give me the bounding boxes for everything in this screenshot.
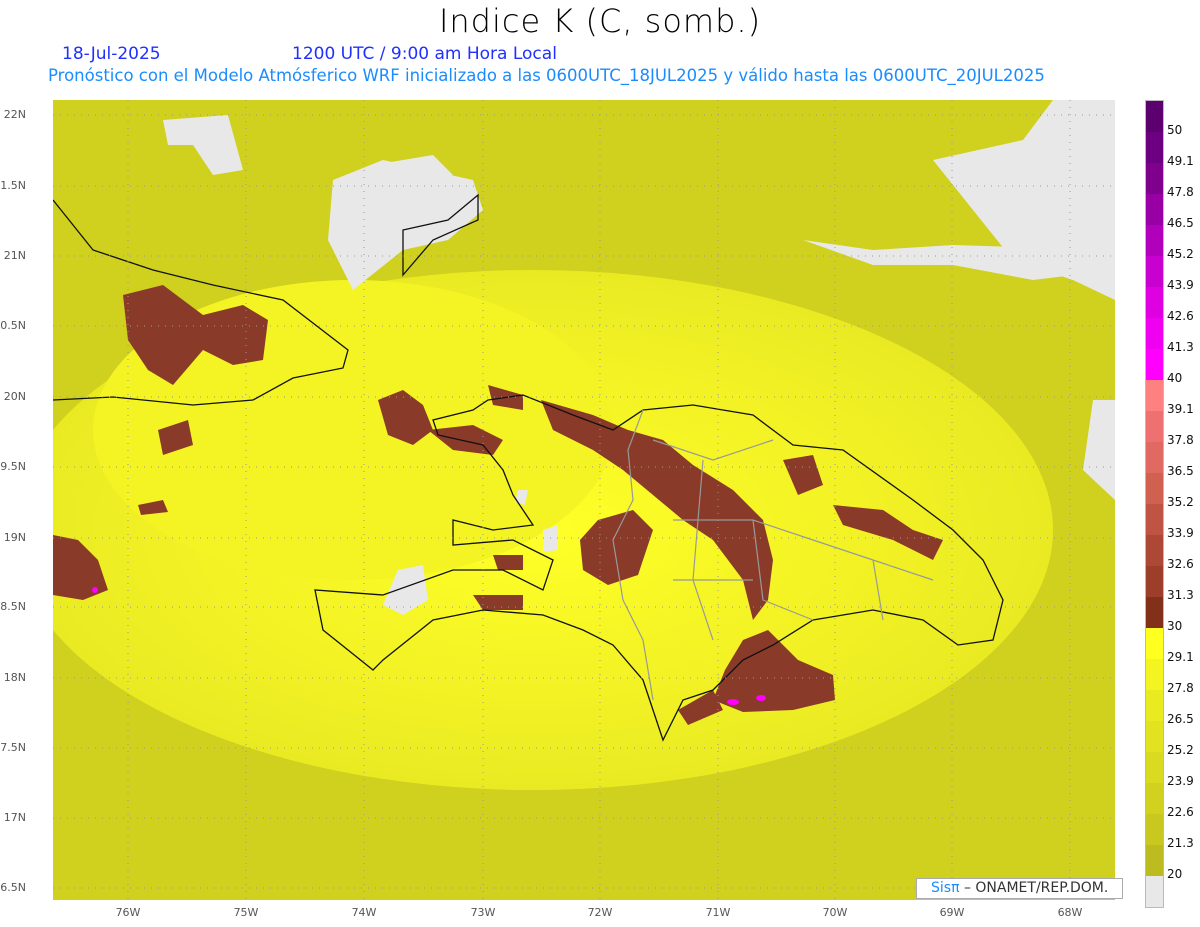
color-scale-segment: [1146, 132, 1163, 163]
color-scale-segment: [1146, 504, 1163, 535]
color-scale-label: 31.3: [1167, 588, 1194, 602]
color-scale-label: 35.2: [1167, 495, 1194, 509]
color-scale-segment: [1146, 752, 1163, 783]
color-scale-label: 33.9: [1167, 526, 1194, 540]
color-scale-segment: [1146, 442, 1163, 473]
lon-label: 70W: [822, 906, 848, 919]
color-scale-label: 39.1: [1167, 402, 1194, 416]
lon-label: 68W: [1057, 906, 1083, 919]
color-scale-segment: [1146, 287, 1163, 318]
color-scale-label: 27.8: [1167, 681, 1194, 695]
color-scale-segment: [1146, 256, 1163, 287]
color-scale-label: 29.1: [1167, 650, 1194, 664]
lon-label: 75W: [233, 906, 259, 919]
color-scale-segment: [1146, 411, 1163, 442]
color-scale-label: 20: [1167, 867, 1183, 881]
color-scale-label: 37.8: [1167, 433, 1194, 447]
lat-label: 9.5N: [0, 460, 26, 473]
color-scale-label: 32.6: [1167, 557, 1194, 571]
forecast-date: 18-Jul-2025: [62, 44, 161, 64]
credit-box: Sisπ – ONAMET/REP.DOM.: [916, 878, 1123, 899]
lat-label: 6.5N: [0, 881, 26, 894]
lon-label: 69W: [939, 906, 965, 919]
lat-label: 18N: [3, 671, 26, 684]
lon-label: 76W: [115, 906, 141, 919]
color-scale-segment: [1146, 783, 1163, 814]
lat-label: 7.5N: [0, 741, 26, 754]
lat-label: 8.5N: [0, 600, 26, 613]
forecast-time: 1200 UTC / 9:00 am Hora Local: [292, 44, 557, 64]
lon-label: 72W: [587, 906, 613, 919]
color-scale-segment: [1146, 659, 1163, 690]
color-scale-segment: [1146, 814, 1163, 845]
lon-label: 71W: [705, 906, 731, 919]
color-scale-label: 22.6: [1167, 805, 1194, 819]
color-scale-label: 47.8: [1167, 185, 1194, 199]
lat-label: 1.5N: [0, 179, 26, 192]
color-scale-label: 46.5: [1167, 216, 1194, 230]
color-scale-label: 40: [1167, 371, 1183, 385]
color-scale-bar: [1145, 100, 1164, 908]
color-scale-label: 49.1: [1167, 154, 1194, 168]
color-scale-segment: [1146, 349, 1163, 380]
color-scale-segment: [1146, 380, 1163, 411]
color-scale-segment: [1146, 163, 1163, 194]
color-scale-segment: [1146, 566, 1163, 597]
color-scale-label: 36.5: [1167, 464, 1194, 478]
lon-label: 73W: [470, 906, 496, 919]
color-scale-segment: [1146, 721, 1163, 752]
color-scale-label: 26.5: [1167, 712, 1194, 726]
color-scale-segment: [1146, 597, 1163, 628]
color-scale-segment: [1146, 473, 1163, 504]
color-scale-label: 42.6: [1167, 309, 1194, 323]
color-scale-label: 21.3: [1167, 836, 1194, 850]
forecast-subtitle: Pronóstico con el Modelo Atmósferico WRF…: [48, 66, 1045, 85]
lat-label: 0.5N: [0, 319, 26, 332]
color-scale-label: 50: [1167, 123, 1183, 137]
lat-label: 17N: [3, 811, 26, 824]
color-scale-segment: [1146, 225, 1163, 256]
color-scale-label: 43.9: [1167, 278, 1194, 292]
lon-label: 74W: [351, 906, 377, 919]
map-title: Indice K (C, somb.): [438, 2, 762, 40]
lat-label: 22N: [3, 108, 26, 121]
lat-label: 21N: [3, 249, 26, 262]
color-scale-label: 30: [1167, 619, 1183, 633]
color-scale-segment: [1146, 535, 1163, 566]
color-scale-segment: [1146, 101, 1163, 132]
lat-label: 20N: [3, 390, 26, 403]
color-scale-segment: [1146, 690, 1163, 721]
color-scale-label: 23.9: [1167, 774, 1194, 788]
lat-label: 19N: [3, 531, 26, 544]
color-scale-label: 25.2: [1167, 743, 1194, 757]
color-scale-segment: [1146, 628, 1163, 659]
color-scale-label: 45.2: [1167, 247, 1194, 261]
color-scale-segment: [1146, 845, 1163, 876]
color-scale-segment: [1146, 318, 1163, 349]
color-scale-label: 41.3: [1167, 340, 1194, 354]
k-index-map: [53, 100, 1115, 900]
credit-text: – ONAMET/REP.DOM.: [959, 880, 1109, 896]
credit-brand: Sisπ: [931, 880, 960, 896]
color-scale-segment: [1146, 876, 1163, 907]
color-scale-segment: [1146, 194, 1163, 225]
